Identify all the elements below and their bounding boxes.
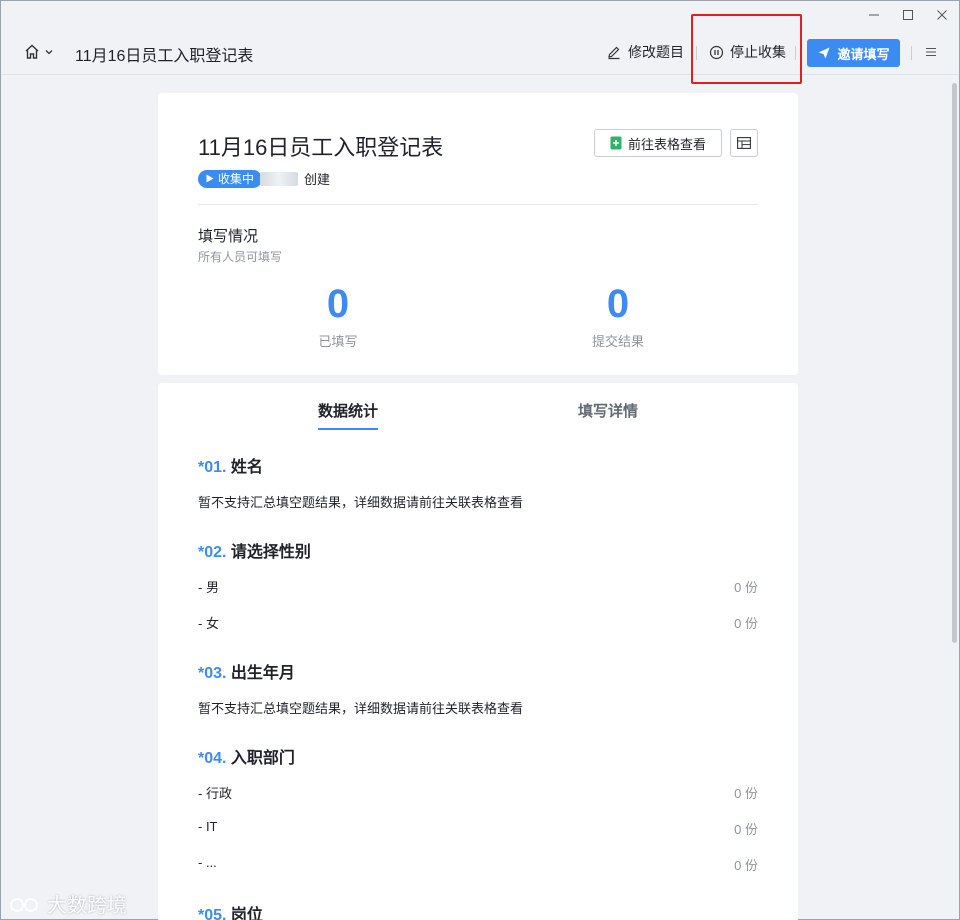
option-count: 0 份 [734,822,758,837]
question-note: 暂不支持汇总填空题结果，详细数据请前往关联表格查看 [198,495,524,510]
fill-status-title: 填写情况 [198,228,259,245]
option-label: - 行政 [198,786,232,801]
tab-fill-details[interactable]: 填写详情 [578,400,638,421]
question-text: 出生年月 [230,665,295,682]
option-label: - 男 [198,580,219,595]
form-title: 11月16日员工入职登记表 [198,135,444,160]
invite-fill-button[interactable]: 邀请填写 [807,39,900,67]
sheet-icon [610,136,622,150]
statistics-card: 数据统计 填写详情 *01. 姓名 暂不支持汇总填空题结果，详细数据请前往关联表… [158,383,798,920]
option-row: - 行政 0 份 [198,783,758,802]
question-text: 岗位 [230,907,263,920]
home-icon [25,44,39,59]
menu-button[interactable] [924,45,938,64]
question-title: *02. 请选择性别 [198,538,311,562]
option-label: - 女 [198,616,219,631]
option-label: - ... [198,855,217,870]
home-button[interactable] [23,43,54,61]
question-text: 请选择性别 [230,544,311,561]
filled-stat: 0 已填写 [278,281,398,350]
submit-count: 0 [606,282,630,326]
maximize-button[interactable] [891,1,925,29]
option-count: 0 份 [734,858,758,873]
highlight-box [691,14,802,84]
play-icon [206,174,214,183]
creator-suffix: 创建 [304,172,331,187]
tab-data-statistics[interactable]: 数据统计 [318,400,378,421]
option-row: - IT 0 份 [198,819,758,838]
table-icon [737,137,751,149]
goto-sheet-label: 前往表格查看 [627,136,706,152]
separator [911,46,912,60]
question-number: *02. [198,544,227,561]
question-title: *03. 出生年月 [198,659,295,683]
filled-count: 0 [326,282,350,326]
question-title: *05. 岗位 [198,901,263,920]
document-title: 11月16日员工入职登记表 [75,48,254,65]
divider [198,204,758,205]
close-icon [937,10,947,20]
send-icon [818,47,830,59]
option-row: - 女 0 份 [198,613,758,632]
option-row: - 男 0 份 [198,577,758,596]
chevron-down-icon [45,50,53,55]
question-number: *03. [198,665,227,682]
status-label: 收集中 [218,172,255,186]
minimize-button[interactable] [857,1,891,29]
question-title: *04. 入职部门 [198,744,295,768]
question-text: 姓名 [230,459,263,476]
edit-questions-button[interactable]: 修改题目 [606,42,684,62]
option-count: 0 份 [734,580,758,595]
minimize-icon [869,14,879,16]
watermark-logo-icon [10,897,38,912]
option-count: 0 份 [734,616,758,631]
fill-permission-text: 所有人员可填写 [198,250,283,264]
goto-sheet-button[interactable]: 前往表格查看 [594,129,722,157]
option-count: 0 份 [734,786,758,801]
active-tab-indicator [318,428,378,430]
question-text: 入职部门 [230,750,295,767]
summary-card: 11月16日员工入职登记表 前往表格查看 收集中 创建 填写情况 所有人员可填写… [158,93,798,375]
option-label: - IT [198,819,218,834]
question-number: *05. [198,907,227,920]
status-badge: 收集中 [198,169,263,188]
invite-fill-label: 邀请填写 [837,46,890,62]
question-title: *01. 姓名 [198,453,263,477]
creator-name-redacted [260,171,299,186]
submit-stat: 0 提交结果 [558,281,678,350]
window-controls [857,1,959,29]
question-number: *01. [198,459,227,476]
submit-label: 提交结果 [591,334,644,349]
question-number: *04. [198,750,227,767]
hamburger-icon [926,48,936,56]
close-button[interactable] [925,1,959,29]
watermark: 大数跨境 [9,889,127,918]
question-note: 暂不支持汇总填空题结果，详细数据请前往关联表格查看 [198,701,524,716]
maximize-icon [903,10,913,20]
option-row: - ... 0 份 [198,855,758,874]
edit-questions-label: 修改题目 [628,44,684,60]
pencil-icon [608,46,620,60]
table-view-button[interactable] [730,129,758,157]
filled-label: 已填写 [318,334,358,349]
status-row: 收集中 创建 [198,169,330,188]
watermark-text: 大数跨境 [47,895,127,917]
scrollbar[interactable] [952,83,957,643]
